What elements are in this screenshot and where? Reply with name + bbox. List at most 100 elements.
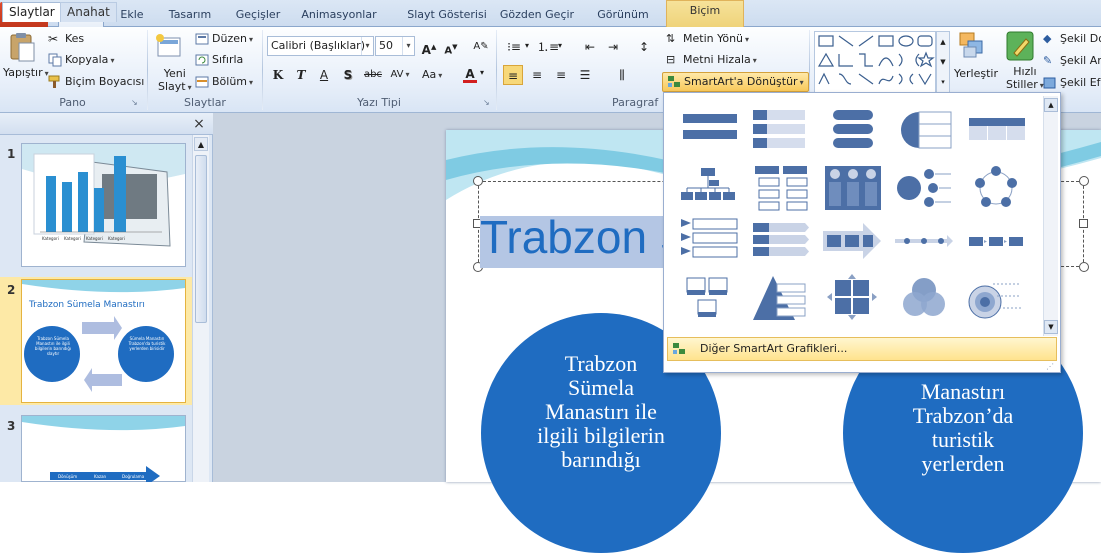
tab-slayt-gosterisi[interactable]: Slayt Gösterisi <box>394 5 500 27</box>
justify-icon[interactable]: ☰ <box>575 65 595 85</box>
shrink-font-icon[interactable]: A▼ <box>441 37 461 57</box>
align-center-icon[interactable]: ≡ <box>527 65 547 85</box>
slides-pane-scrollbar[interactable]: ▲ <box>192 135 209 482</box>
reset-button[interactable]: Sıfırla <box>195 53 243 67</box>
bullets-dropdown-icon[interactable]: ▾ <box>525 41 529 50</box>
slide-number: 2 <box>7 283 16 297</box>
shapes-gallery[interactable] <box>814 31 936 93</box>
close-icon[interactable]: × <box>191 116 207 132</box>
layout-button[interactable]: Düzen ▾ <box>195 32 253 46</box>
line-spacing-icon[interactable]: ↕ <box>634 37 654 57</box>
shape-outline-button[interactable]: ✎ Şekil Ar <box>1043 54 1101 68</box>
copy-button[interactable]: Kopyala ▾ <box>48 53 114 67</box>
smartart-layout-basic-process[interactable] <box>963 215 1029 267</box>
arrange-button[interactable]: Yerleştir <box>954 67 998 80</box>
arrange-icon[interactable] <box>958 31 988 61</box>
shape-effects-button[interactable]: Şekil Ef <box>1043 76 1101 90</box>
resize-handle[interactable] <box>1079 176 1089 186</box>
resize-grip-icon[interactable]: ⋰ <box>1046 362 1054 371</box>
scroll-up-icon[interactable]: ▲ <box>1044 98 1058 112</box>
decrease-indent-icon[interactable]: ⇤ <box>580 37 600 57</box>
smartart-layout-table-list[interactable] <box>963 104 1029 156</box>
convert-to-smartart-button[interactable]: SmartArt'a Dönüştür ▾ <box>662 72 809 92</box>
resize-handle[interactable] <box>1079 219 1088 228</box>
dialog-launcher-icon[interactable]: ↘ <box>483 98 490 107</box>
new-slide-button[interactable]: Yeni Slayt ▾ <box>158 67 192 94</box>
section-button[interactable]: Bölüm ▾ <box>195 75 253 89</box>
new-slide-icon[interactable] <box>154 32 182 60</box>
tab-anahat[interactable]: Anahat <box>60 2 117 22</box>
smartart-layout-vertical-arrow-list[interactable] <box>747 215 813 267</box>
tab-gecisler[interactable]: Geçişler <box>230 5 286 27</box>
numbering-dropdown-icon[interactable]: ▾ <box>558 41 562 50</box>
numbering-icon[interactable]: ⒈≡ <box>537 37 559 57</box>
tab-animasyonlar[interactable]: Animasyonlar <box>298 5 380 27</box>
character-spacing-icon[interactable]: AV ▾ <box>390 65 410 85</box>
font-color-dropdown-icon[interactable]: ▾ <box>480 68 484 77</box>
smartart-layout-picture-caption-list[interactable] <box>675 272 741 324</box>
change-case-icon[interactable]: Aa ▾ <box>422 65 442 85</box>
bold-icon[interactable]: K <box>268 65 288 85</box>
align-right-icon[interactable]: ≡ <box>551 65 571 85</box>
columns-icon[interactable]: ⫼ <box>612 65 632 85</box>
clear-formatting-icon[interactable]: A✎ <box>471 37 491 57</box>
tab-slaytlar[interactable]: Slaytlar <box>2 2 62 22</box>
resize-handle[interactable] <box>1079 262 1089 272</box>
slide-thumbnail-3[interactable]: Dönüşüm Kazan Doğrulama <box>21 415 186 482</box>
smartart-layout-hierarchy-list[interactable] <box>747 162 813 214</box>
smartart-layout-target[interactable] <box>963 272 1029 324</box>
cut-button[interactable]: ✂ Kes <box>48 32 84 46</box>
shapes-gallery-scroll[interactable]: ▲ ▼ ▾ <box>936 31 950 93</box>
shadow-icon[interactable]: S <box>338 65 358 85</box>
smartart-layout-half-circle-list[interactable] <box>891 104 957 156</box>
gallery-scrollbar[interactable]: ▲ ▼ <box>1043 96 1058 336</box>
paste-icon[interactable] <box>8 33 36 62</box>
smartart-layout-vertical-chevron-list[interactable] <box>675 215 741 267</box>
right-circle-text[interactable]: Manastırı Trabzon’da turistik yerlerden <box>863 380 1063 476</box>
smartart-layout-stacked-list[interactable] <box>819 104 885 156</box>
quick-styles-button[interactable]: Hızlı Stiller ▾ <box>1006 65 1044 92</box>
slide-number: 3 <box>7 419 16 433</box>
smartart-layout-org-chart[interactable] <box>675 162 741 214</box>
slide-thumbnail-1[interactable]: Kategori Kategori Kategori Kategori <box>21 143 186 267</box>
grow-font-icon[interactable]: A▲ <box>419 37 439 57</box>
font-size-combo[interactable]: 50 ▾ <box>375 36 415 56</box>
text-direction-button[interactable]: ⇅ Metin Yönü ▾ <box>666 32 749 46</box>
quick-styles-icon[interactable] <box>1006 31 1036 63</box>
thumbnail-circle-text: Trabzon Sümela Manastırı ile ilgili bilg… <box>34 336 72 356</box>
more-smartart-graphics-button[interactable]: Diğer SmartArt Grafikleri... <box>667 337 1057 361</box>
resize-handle[interactable] <box>473 176 483 186</box>
smartart-layout-picture-accent[interactable] <box>819 162 885 214</box>
slide-thumbnail-2[interactable]: Trabzon Sümela Manastırı Trabzon Sümela … <box>21 279 186 403</box>
smartart-layout-basic-block-list[interactable] <box>675 104 741 156</box>
font-family-combo[interactable]: Calibri (Başlıklar) ▾ <box>267 36 374 56</box>
underline-icon[interactable]: A <box>314 65 334 85</box>
scroll-down-icon[interactable]: ▼ <box>1044 320 1058 334</box>
smartart-layout-radial-list[interactable] <box>891 162 957 214</box>
smartart-layout-pyramid-list[interactable] <box>747 272 813 324</box>
scroll-thumb[interactable] <box>195 155 207 323</box>
smartart-layout-matrix[interactable] <box>819 272 885 324</box>
dialog-launcher-icon[interactable]: ↘ <box>131 98 138 107</box>
tab-ekle[interactable]: Ekle <box>116 5 148 27</box>
align-text-button[interactable]: ⊟ Metni Hizala ▾ <box>666 53 757 67</box>
increase-indent-icon[interactable]: ⇥ <box>603 37 623 57</box>
tab-bicim[interactable]: Biçim <box>666 0 744 27</box>
scroll-up-icon[interactable]: ▲ <box>194 137 208 151</box>
paste-button[interactable]: Yapıştır ▾ <box>3 66 49 79</box>
smartart-layout-basic-timeline[interactable] <box>891 215 957 267</box>
tab-gorunum[interactable]: Görünüm <box>592 5 654 27</box>
smartart-layout-process-arrows[interactable] <box>819 215 885 267</box>
italic-icon[interactable]: T <box>291 65 311 85</box>
font-color-icon[interactable]: A <box>460 64 480 84</box>
smartart-layout-basic-cycle[interactable] <box>963 162 1029 214</box>
format-painter-button[interactable]: Biçim Boyacısı <box>48 75 144 89</box>
align-left-icon[interactable]: ≡ <box>503 65 523 85</box>
tab-gozden-gecir[interactable]: Gözden Geçir <box>496 5 578 27</box>
tab-tasarim[interactable]: Tasarım <box>162 5 218 27</box>
bullets-icon[interactable]: ⁝≡ <box>504 37 524 57</box>
shape-fill-button[interactable]: ◆ Şekil Do <box>1043 32 1101 46</box>
smartart-layout-vertical-bullet-list[interactable] <box>747 104 813 156</box>
strikethrough-icon[interactable]: abc <box>363 65 383 85</box>
smartart-layout-venn[interactable] <box>891 272 957 324</box>
